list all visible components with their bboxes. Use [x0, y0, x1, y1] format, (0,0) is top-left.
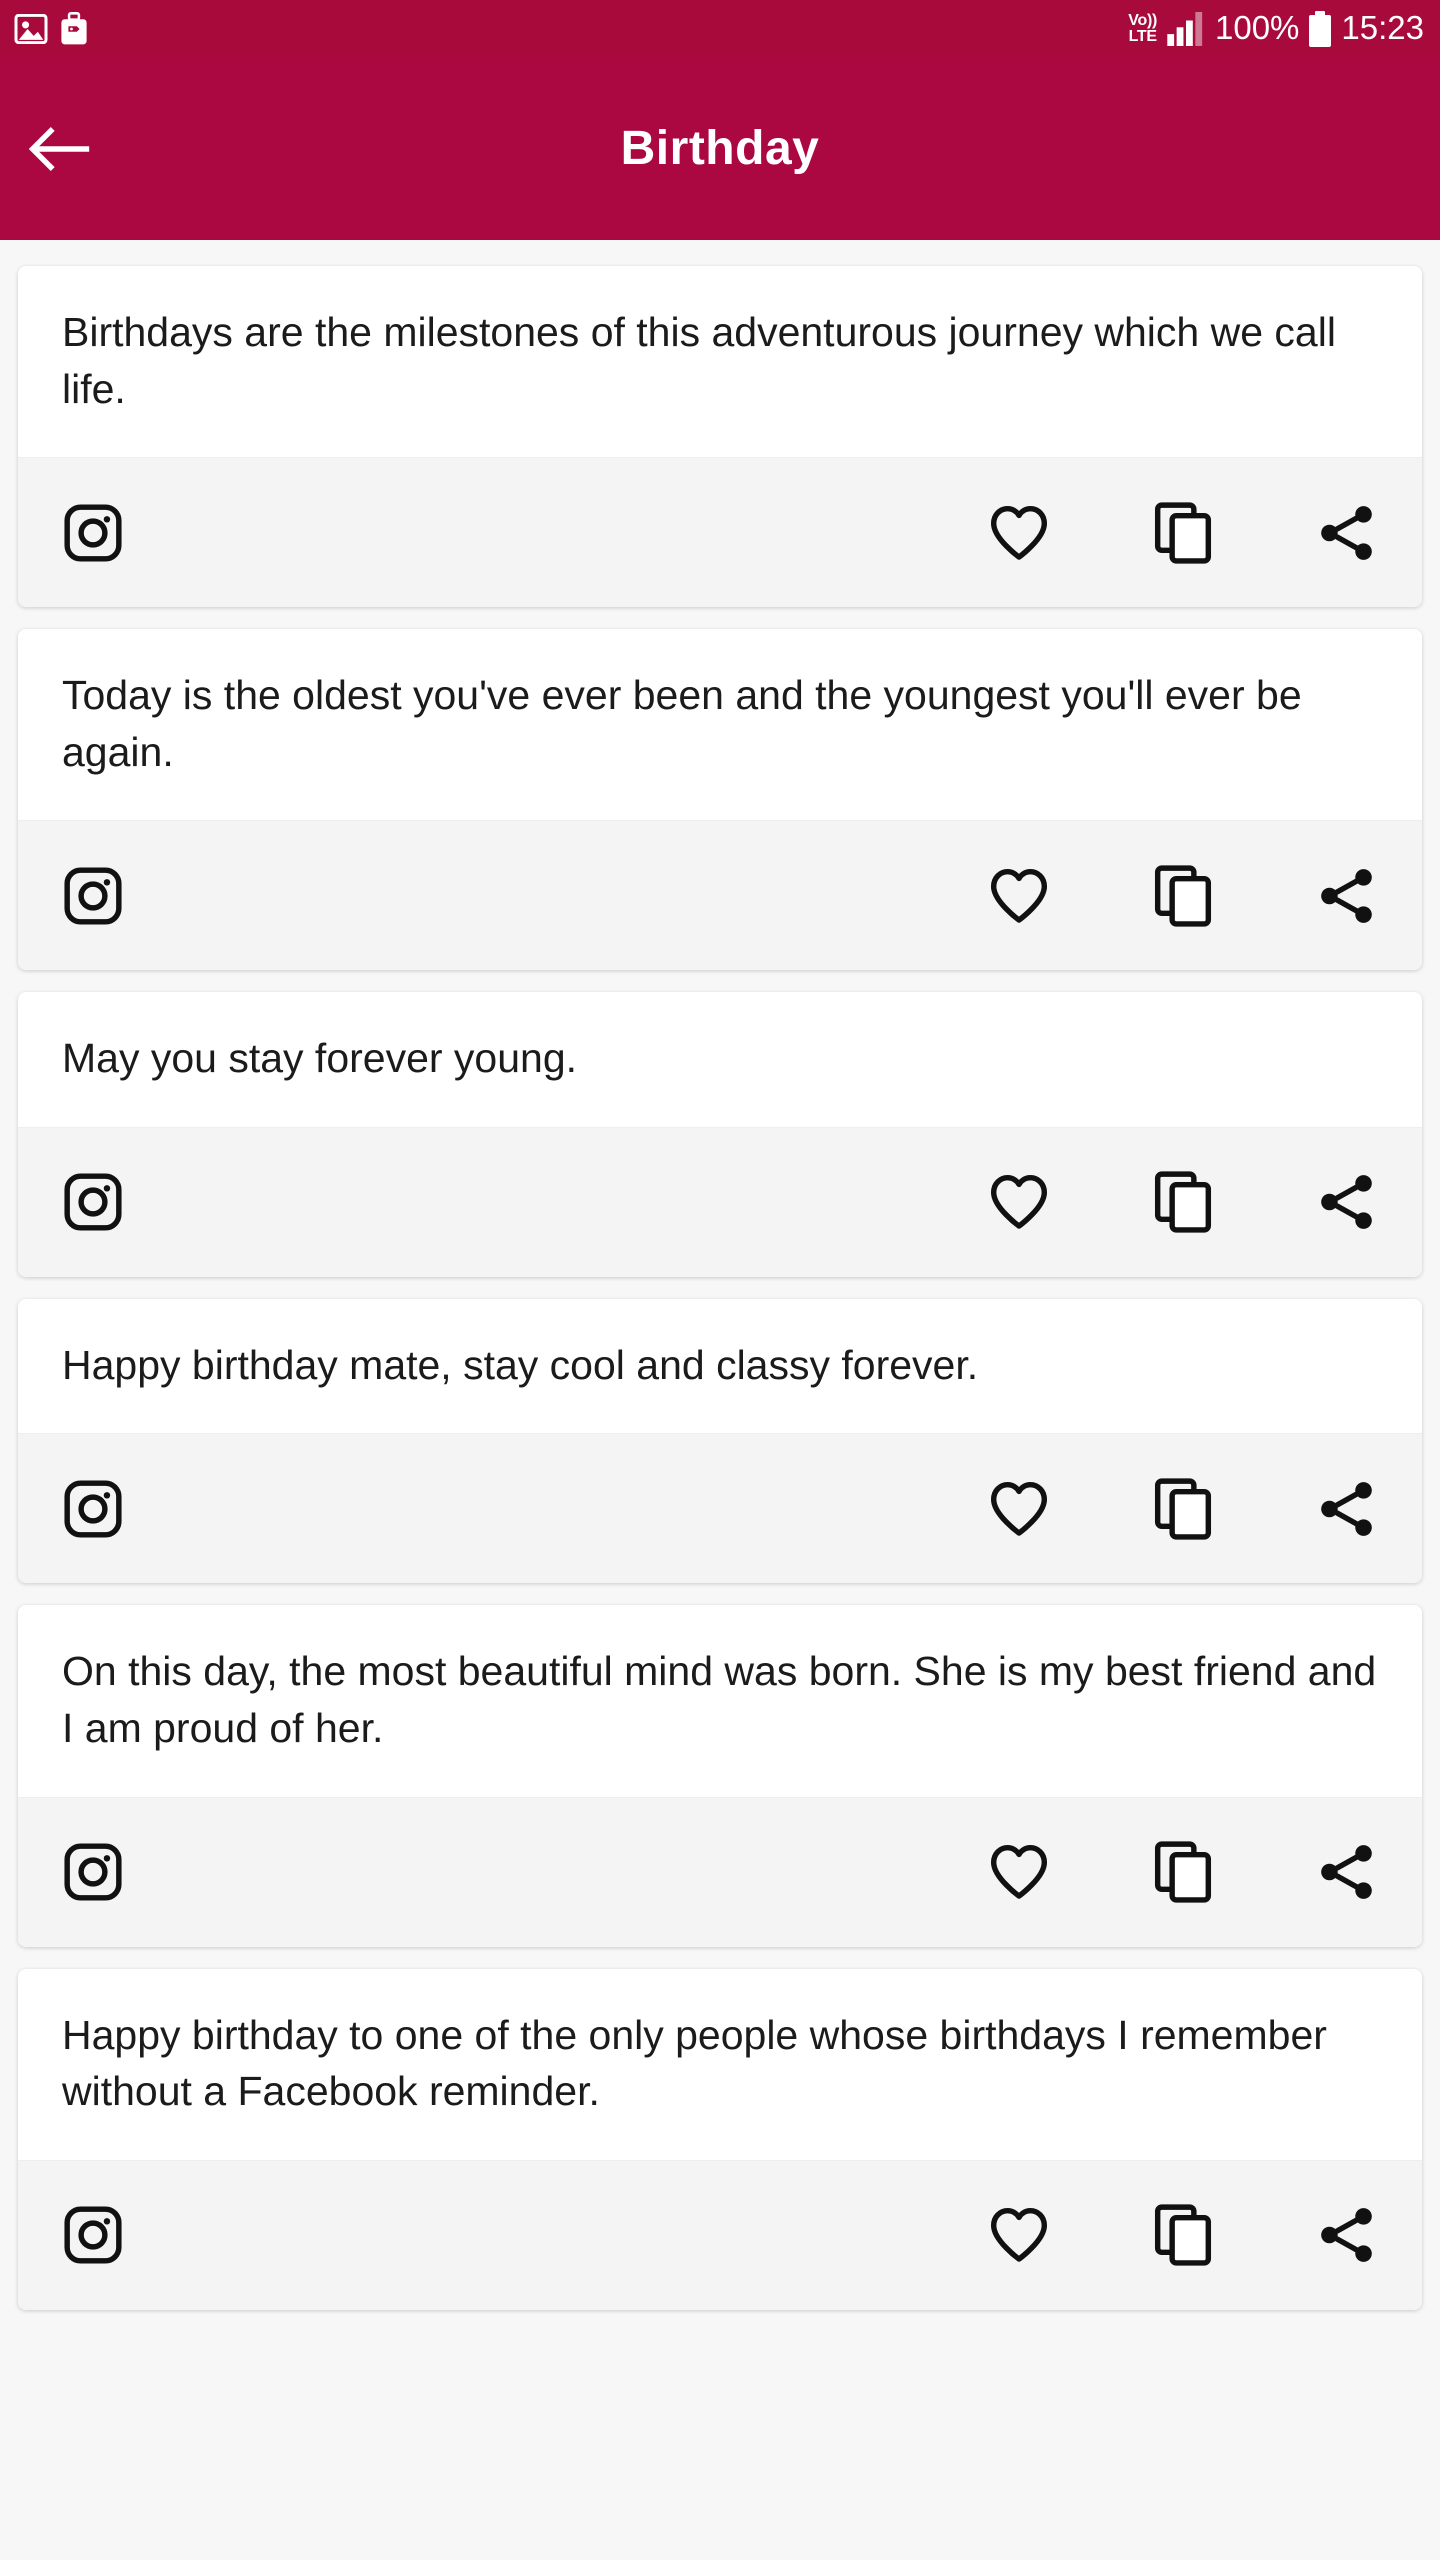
- quote-text: Birthdays are the milestones of this adv…: [62, 309, 1336, 412]
- copy-icon: [1154, 1478, 1212, 1540]
- heart-icon: [988, 1173, 1050, 1231]
- share-button[interactable]: [1316, 2205, 1378, 2265]
- page-title: Birthday: [620, 122, 820, 175]
- card-action-bar: [18, 2159, 1422, 2310]
- app-toolbar: Birthday: [0, 57, 1440, 240]
- instagram-icon: [62, 1171, 124, 1233]
- quote-card[interactable]: Happy birthday to one of the only people…: [18, 1968, 1422, 2310]
- favorite-button[interactable]: [988, 2206, 1050, 2264]
- image-icon: [14, 13, 48, 44]
- quote-text: Happy birthday to one of the only people…: [62, 2011, 1327, 2115]
- favorite-button[interactable]: [988, 867, 1050, 925]
- copy-icon: [1154, 502, 1212, 564]
- luggage-icon: [60, 11, 88, 46]
- share-icon: [1316, 1842, 1378, 1902]
- instagram-icon: [62, 1478, 124, 1540]
- card-action-bar: [18, 820, 1422, 971]
- back-button[interactable]: [0, 57, 120, 240]
- instagram-icon: [62, 2204, 124, 2266]
- copy-button[interactable]: [1154, 1171, 1212, 1234]
- signal-bars-icon: [1167, 11, 1205, 46]
- status-bar: Vo)) LTE 100% 15:23: [0, 0, 1440, 57]
- instagram-button[interactable]: [62, 1841, 124, 1903]
- copy-button[interactable]: [1154, 1841, 1212, 1903]
- share-button[interactable]: [1316, 1842, 1378, 1902]
- instagram-icon: [62, 502, 124, 564]
- quote-card[interactable]: Happy birthday mate, stay cool and class…: [18, 1298, 1422, 1584]
- copy-button[interactable]: [1154, 1478, 1212, 1540]
- instagram-button[interactable]: [62, 865, 124, 927]
- copy-button[interactable]: [1154, 2204, 1212, 2266]
- battery-percent-label: 100%: [1215, 9, 1300, 46]
- quote-card[interactable]: On this day, the most beautiful mind was…: [18, 1605, 1422, 1947]
- share-icon: [1316, 1479, 1378, 1539]
- favorite-button[interactable]: [988, 1843, 1050, 1901]
- quotes-list[interactable]: Birthdays are the milestones of this adv…: [0, 240, 1440, 2560]
- instagram-button[interactable]: [62, 1478, 124, 1540]
- quote-text: On this day, the most beautiful mind was…: [62, 1648, 1377, 1752]
- volte-bottom-label: LTE: [1128, 27, 1157, 45]
- instagram-icon: [62, 865, 124, 927]
- share-icon: [1316, 1172, 1378, 1232]
- share-icon: [1316, 866, 1378, 926]
- favorite-button[interactable]: [988, 1173, 1050, 1231]
- share-button[interactable]: [1316, 1479, 1378, 1539]
- quote-card[interactable]: Birthdays are the milestones of this adv…: [18, 266, 1422, 608]
- battery-full-icon: [1309, 10, 1332, 47]
- heart-icon: [988, 1843, 1050, 1901]
- card-action-bar: [18, 457, 1422, 608]
- quote-text: Today is the oldest you've ever been and…: [62, 672, 1302, 775]
- share-icon: [1316, 2205, 1378, 2265]
- instagram-icon: [62, 1841, 124, 1903]
- instagram-button[interactable]: [62, 502, 124, 564]
- share-button[interactable]: [1316, 866, 1378, 926]
- heart-icon: [988, 1480, 1050, 1538]
- heart-icon: [988, 504, 1050, 562]
- quote-text: Happy birthday mate, stay cool and class…: [62, 1341, 979, 1388]
- volte-indicator: Vo)) LTE: [1128, 12, 1157, 45]
- instagram-button[interactable]: [62, 2204, 124, 2266]
- card-action-bar: [18, 1126, 1422, 1277]
- copy-icon: [1154, 2204, 1212, 2266]
- share-button[interactable]: [1316, 1172, 1378, 1232]
- favorite-button[interactable]: [988, 504, 1050, 562]
- status-bar-left-icons: [14, 11, 88, 46]
- back-arrow-icon: [29, 122, 91, 176]
- quote-card[interactable]: May you stay forever young.: [18, 992, 1422, 1277]
- copy-icon: [1154, 865, 1212, 927]
- quote-text: May you stay forever young.: [62, 1035, 578, 1082]
- quote-card[interactable]: Today is the oldest you've ever been and…: [18, 629, 1422, 971]
- card-action-bar: [18, 1796, 1422, 1947]
- favorite-button[interactable]: [988, 1480, 1050, 1538]
- volte-top-label: Vo)): [1128, 12, 1157, 30]
- heart-icon: [988, 867, 1050, 925]
- heart-icon: [988, 2206, 1050, 2264]
- copy-button[interactable]: [1154, 502, 1212, 564]
- card-action-bar: [18, 1433, 1422, 1584]
- copy-icon: [1154, 1841, 1212, 1903]
- status-bar-right-icons: Vo)) LTE 100% 15:23: [1128, 9, 1424, 47]
- share-icon: [1316, 503, 1378, 563]
- app-root: Vo)) LTE 100% 15:23 Birthday Birthdays a…: [0, 0, 1440, 2560]
- copy-button[interactable]: [1154, 865, 1212, 927]
- share-button[interactable]: [1316, 503, 1378, 563]
- clock-label: 15:23: [1341, 9, 1424, 46]
- instagram-button[interactable]: [62, 1171, 124, 1233]
- copy-icon: [1154, 1171, 1212, 1234]
